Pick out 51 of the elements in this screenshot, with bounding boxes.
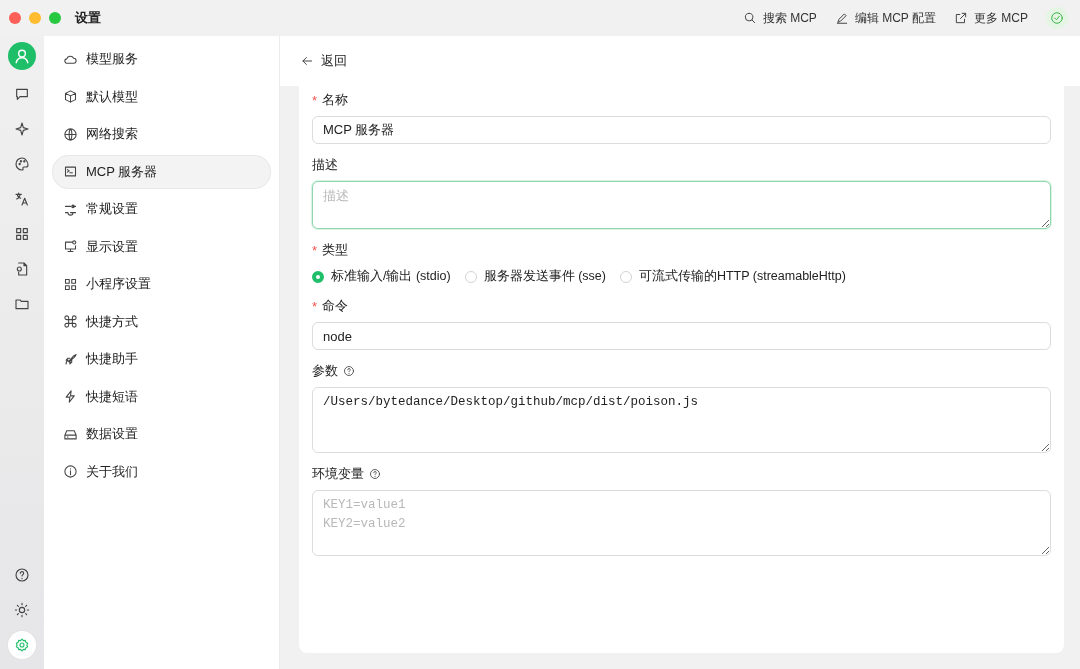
field-label: 参数 — [312, 362, 338, 380]
external-link-icon — [954, 11, 968, 25]
radio-button[interactable] — [312, 270, 324, 283]
text-area-field[interactable]: /Users/bytedance/Desktop/github/mcp/dist/poison.js — [312, 387, 1051, 453]
command-key-icon — [63, 314, 78, 329]
field-label: 描述 — [312, 156, 338, 174]
sidebar-item[interactable]: 常规设置 — [52, 192, 271, 226]
help-icon — [343, 365, 355, 377]
radio-option[interactable]: 服务器发送事件 (sse) — [464, 268, 606, 285]
lightning-icon — [63, 389, 78, 404]
search-icon — [742, 11, 757, 25]
field-label: 环境变量 — [312, 465, 364, 483]
text-area-field[interactable]: 描述 — [312, 181, 1051, 229]
external-mcp-button[interactable]: 更多 MCP — [954, 9, 1028, 27]
search-mcp-button[interactable]: 搜索 MCP — [742, 9, 817, 27]
sidebar-item[interactable]: 默认模型 — [52, 79, 271, 114]
sidebar-item[interactable]: 数据设置 — [52, 417, 271, 451]
pencil-icon — [834, 11, 849, 25]
status-check-icon — [1046, 7, 1068, 29]
sidebar-item[interactable]: 网络搜索 — [52, 117, 271, 151]
radio-option[interactable]: 可流式传输的HTTP (streamableHttp) — [619, 268, 846, 285]
radio-option[interactable]: 标准输入/输出 (stdio) — [312, 268, 451, 285]
grid-icon — [63, 276, 78, 292]
sidebar-item[interactable]: 显示设置 — [52, 229, 271, 264]
terminal-icon — [63, 164, 78, 179]
close-button[interactable] — [9, 12, 21, 24]
required-mark: * — [312, 92, 318, 108]
help-icon — [369, 468, 381, 480]
sidebar-item[interactable]: MCP 服务器 — [52, 154, 271, 189]
back-button[interactable]: 返回 — [300, 52, 347, 70]
text-area-field[interactable]: KEY1=value1 KEY2=value2 — [312, 490, 1051, 556]
globe-icon — [63, 126, 78, 142]
monitor-icon — [63, 239, 78, 254]
back-arrow-icon — [300, 54, 314, 68]
text-input-field[interactable]: MCP 服务器 — [312, 116, 1051, 144]
sidebar-item[interactable]: 快捷助手 — [52, 342, 271, 376]
sidebar-item[interactable]: 快捷短语 — [52, 379, 271, 414]
text-input-field[interactable]: node — [312, 322, 1051, 350]
window-title: 设置 — [75, 9, 101, 27]
required-mark: * — [312, 298, 318, 314]
info-icon — [63, 464, 78, 479]
field-label: 命令 — [322, 297, 349, 315]
sidebar-item[interactable]: 小程序设置 — [52, 267, 271, 301]
cube-icon — [63, 89, 78, 104]
field-label: 类型 — [322, 241, 349, 259]
required-mark: * — [312, 242, 318, 258]
sidebar-item[interactable]: 模型服务 — [52, 42, 271, 76]
sidebar-item[interactable]: 关于我们 — [52, 454, 271, 489]
field-label: 名称 — [322, 91, 349, 109]
sidebar-item[interactable]: 快捷方式 — [52, 304, 271, 339]
edit-mcp-button[interactable]: 编辑 MCP 配置 — [834, 9, 936, 27]
